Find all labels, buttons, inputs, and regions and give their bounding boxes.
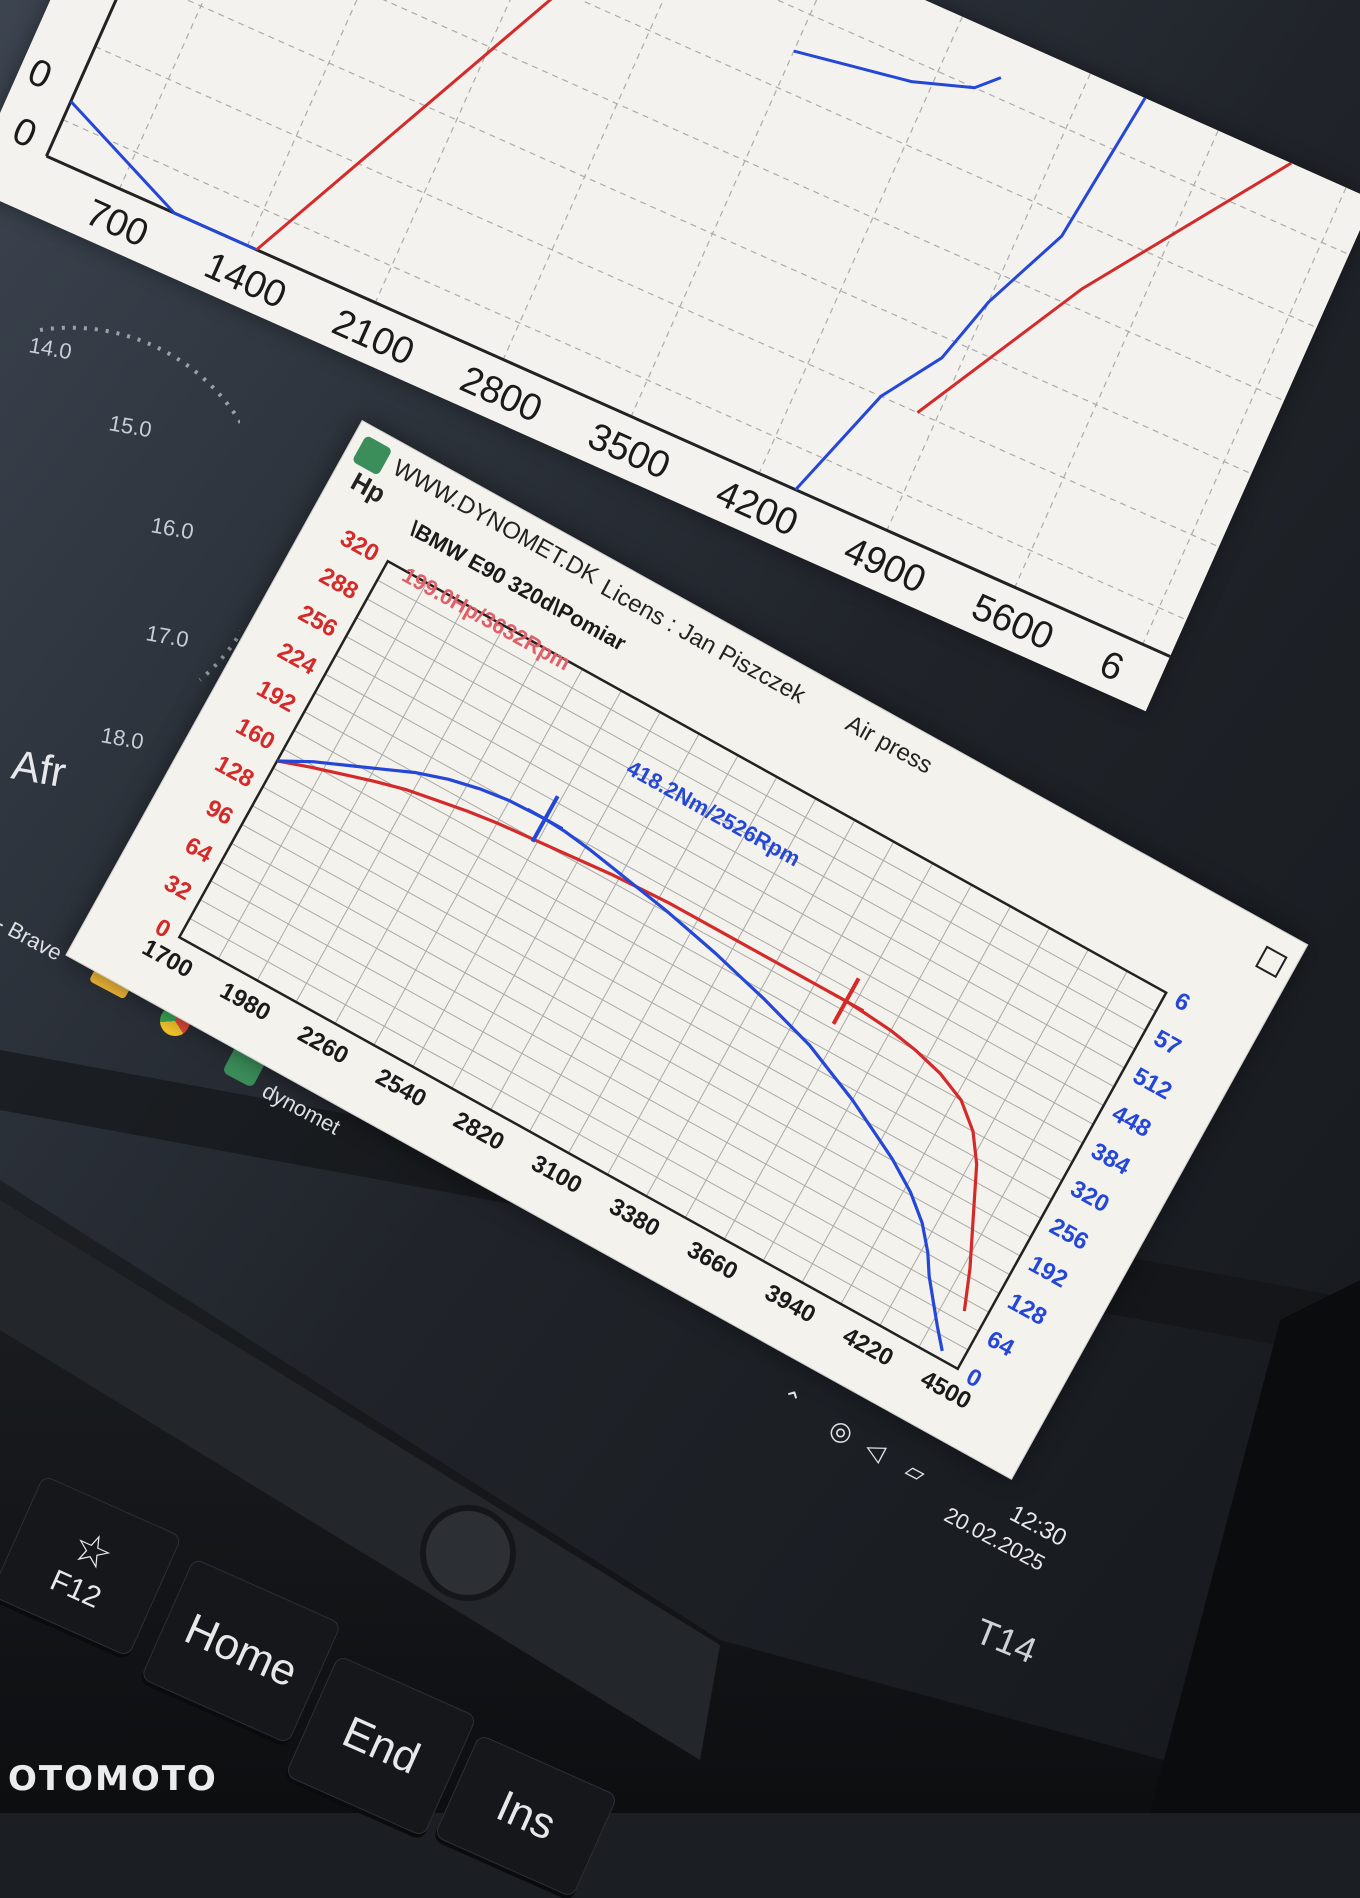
cursor-cross-0 bbox=[526, 807, 564, 830]
gauge-tick-15: 15.0 bbox=[107, 410, 154, 442]
gauge-label-afr: Afr bbox=[8, 741, 69, 797]
photo-scene: 14.0 15.0 16.0 17.0 18.0 Afr i - Brave d… bbox=[0, 0, 1360, 1898]
bg-x-tick: 6 bbox=[1093, 643, 1129, 690]
gauge-tick-18: 18.0 bbox=[99, 722, 146, 754]
bg-y-tick: 0 bbox=[6, 110, 42, 157]
key-insert-label: Ins bbox=[489, 1781, 563, 1850]
right-axis-tick: 6 bbox=[1170, 987, 1195, 1017]
grid-line-h bbox=[304, 711, 1084, 1144]
right-axis-tick: 64 bbox=[982, 1326, 1019, 1363]
grid-line-h bbox=[272, 767, 1052, 1200]
grid-line-h bbox=[283, 748, 1063, 1182]
left-axis-unit: Hp bbox=[346, 466, 391, 509]
gauge-tick-17: 17.0 bbox=[144, 620, 191, 652]
right-axis-tick: 512 bbox=[1128, 1062, 1176, 1105]
left-axis-tick: 160 bbox=[231, 713, 279, 756]
right-axis-tick: 192 bbox=[1024, 1250, 1072, 1293]
right-axis-tick: 256 bbox=[1045, 1213, 1093, 1256]
right-axis-tick: 384 bbox=[1087, 1138, 1136, 1181]
right-axis-tick: 320 bbox=[1066, 1175, 1114, 1218]
key-end-label: End bbox=[335, 1707, 427, 1784]
left-axis-tick: 96 bbox=[201, 794, 237, 831]
cursor-layer bbox=[526, 795, 865, 1025]
left-axis-tick: 64 bbox=[180, 832, 217, 869]
fingerprint-sensor bbox=[420, 1505, 516, 1601]
key-home-label: Home bbox=[177, 1604, 305, 1697]
right-axis-tick: 448 bbox=[1107, 1100, 1155, 1143]
left-axis-tick: 192 bbox=[252, 675, 300, 718]
bg-y-tick: 0 bbox=[22, 51, 58, 98]
left-axis-tick: 224 bbox=[273, 637, 322, 680]
right-axis-tick: 57 bbox=[1149, 1025, 1185, 1062]
left-axis-tick: 256 bbox=[294, 600, 342, 643]
x-axis-tick: 4500 bbox=[916, 1365, 976, 1414]
left-axis-tick: 320 bbox=[335, 525, 383, 568]
gauge-tick-14: 14.0 bbox=[27, 332, 74, 364]
left-axis-tick: 32 bbox=[160, 870, 196, 907]
left-axis-tick: 128 bbox=[210, 750, 258, 793]
right-axis-tick: 128 bbox=[1003, 1288, 1051, 1331]
gauge-tick-16: 16.0 bbox=[149, 512, 196, 544]
watermark: OTOMOTO bbox=[8, 1759, 218, 1799]
left-axis-tick: 288 bbox=[315, 562, 363, 605]
